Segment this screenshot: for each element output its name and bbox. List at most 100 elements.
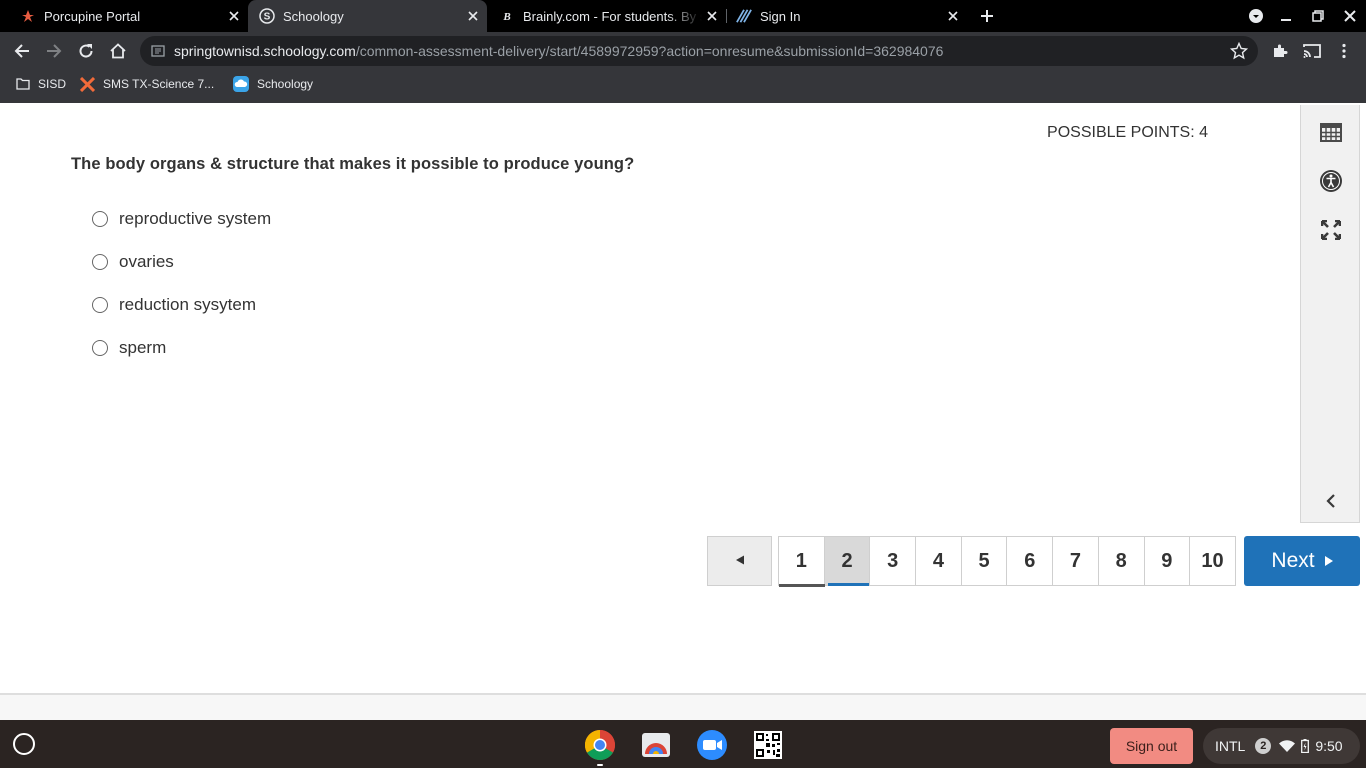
bookmark-sisd[interactable]: SISD [16, 70, 66, 98]
question-text: The body organs & structure that makes i… [71, 155, 635, 173]
tab-schoology[interactable]: S Schoology [248, 0, 487, 32]
status-tray[interactable]: INTL 2 9:50 [1203, 728, 1360, 764]
window-close-icon[interactable] [1338, 4, 1362, 28]
sign-out-button[interactable]: Sign out [1110, 728, 1193, 764]
tab-title: Schoology [283, 8, 344, 24]
cast-icon[interactable] [1300, 39, 1324, 63]
porcupine-portal-icon [20, 8, 36, 24]
sign-in-icon [736, 8, 752, 24]
bookmarks-bar: SISD SMS TX-Science 7... Schoology [0, 70, 1366, 98]
notification-badge: 2 [1255, 738, 1272, 754]
wifi-icon [1279, 740, 1296, 752]
folder-icon [16, 78, 30, 90]
next-button[interactable]: Next [1244, 536, 1360, 586]
radio-button[interactable] [92, 339, 108, 356]
tab-brainly[interactable]: B Brainly.com - For students. By student… [487, 0, 726, 32]
page-button[interactable]: 4 [916, 537, 962, 585]
schoology-icon: S [259, 8, 275, 24]
previous-question-button[interactable] [707, 536, 772, 586]
tab-title: Sign In [760, 8, 801, 24]
next-label: Next [1271, 549, 1315, 572]
x-logo-icon [80, 76, 95, 92]
close-icon[interactable] [224, 6, 244, 26]
new-tab-button[interactable] [975, 4, 999, 28]
address-bar[interactable]: springtownisd.schoology.com/common-asses… [140, 36, 1258, 66]
url-host: springtownisd.schoology.com [174, 43, 356, 59]
radio-button[interactable] [92, 210, 108, 227]
answered-indicator [779, 584, 825, 587]
bookmark-label: SMS TX-Science 7... [103, 77, 215, 91]
page-button-current[interactable]: 2 [824, 537, 871, 586]
answer-label[interactable]: reduction sysytem [119, 295, 256, 315]
footer-area [0, 695, 1366, 720]
tab-title: Porcupine Portal [44, 8, 141, 24]
close-icon[interactable] [943, 6, 963, 26]
triangle-right-icon [1324, 556, 1333, 566]
photos-icon[interactable] [640, 729, 672, 761]
bookmark-schoology[interactable]: Schoology [233, 70, 313, 98]
site-info-icon[interactable] [151, 44, 165, 63]
tab-search-button[interactable] [1244, 4, 1268, 28]
svg-text:S: S [264, 12, 271, 23]
close-icon[interactable] [463, 6, 483, 26]
running-app-indicator [597, 764, 603, 766]
answer-option[interactable]: ovaries [92, 240, 271, 283]
answer-label[interactable]: ovaries [119, 252, 174, 272]
page-button[interactable]: 6 [1007, 537, 1054, 585]
bookmark-star-icon[interactable] [1229, 41, 1249, 65]
triangle-left-icon [735, 552, 745, 570]
tab-sign-in[interactable]: Sign In [727, 0, 967, 32]
fullscreen-icon[interactable] [1317, 216, 1345, 244]
radio-button[interactable] [92, 253, 108, 270]
home-icon[interactable] [106, 39, 130, 63]
svg-text:B: B [502, 11, 510, 22]
accessibility-icon[interactable] [1317, 167, 1345, 195]
chrome-icon[interactable] [584, 729, 616, 761]
back-icon[interactable] [10, 39, 34, 63]
forward-icon[interactable] [42, 39, 66, 63]
close-icon[interactable] [702, 6, 722, 26]
radio-button[interactable] [92, 296, 108, 313]
extensions-icon[interactable] [1268, 39, 1292, 63]
page-button[interactable]: 7 [1053, 537, 1099, 585]
launcher-icon[interactable] [13, 733, 35, 755]
bookmark-label: Schoology [257, 77, 314, 91]
menu-icon[interactable] [1332, 39, 1356, 63]
tab-porcupine-portal[interactable]: Porcupine Portal [0, 0, 248, 32]
minimize-icon[interactable] [1274, 4, 1298, 28]
page-button[interactable]: 3 [870, 537, 917, 585]
collapse-left-icon[interactable] [1317, 487, 1345, 515]
zoom-icon[interactable] [696, 729, 728, 761]
answer-options: reproductive system ovaries reduction sy… [92, 197, 271, 369]
page-button[interactable]: 8 [1098, 537, 1145, 585]
qr-code-icon[interactable] [752, 729, 784, 761]
page-button[interactable]: 10 [1190, 537, 1236, 585]
url-path: /common-assessment-delivery/start/458997… [355, 43, 944, 59]
page-button[interactable]: 1 [779, 537, 825, 585]
tab-title: Brainly.com - For students. By students. [523, 8, 702, 24]
bookmark-label: SISD [38, 77, 67, 91]
calendar-icon[interactable] [1317, 118, 1345, 146]
os-shelf: Sign out INTL 2 9:50 [0, 720, 1366, 768]
clock: 9:50 [1315, 738, 1343, 754]
answer-option[interactable]: sperm [92, 326, 271, 369]
browser-tab-strip: Porcupine Portal S Schoology B Brainly.c… [0, 0, 1366, 32]
answer-label[interactable]: reproductive system [119, 209, 271, 229]
bookmark-sms-science[interactable]: SMS TX-Science 7... [80, 70, 214, 98]
brainly-icon: B [499, 8, 515, 24]
assessment-page: POSSIBLE POINTS: 4 The body organs & str… [0, 103, 1366, 720]
answer-label[interactable]: sperm [119, 338, 166, 358]
tools-side-panel [1300, 105, 1360, 523]
question-pager: 1 2 3 4 5 6 7 8 9 10 [778, 536, 1236, 586]
answer-option[interactable]: reduction sysytem [92, 283, 271, 326]
page-button[interactable]: 9 [1144, 537, 1191, 585]
browser-toolbar: springtownisd.schoology.com/common-asses… [0, 32, 1366, 70]
restore-icon[interactable] [1306, 4, 1330, 28]
possible-points: POSSIBLE POINTS: 4 [1047, 124, 1208, 141]
input-method: INTL [1215, 738, 1246, 754]
page-button[interactable]: 5 [961, 537, 1008, 585]
answer-option[interactable]: reproductive system [92, 197, 271, 240]
url-text: springtownisd.schoology.com/common-asses… [174, 36, 943, 66]
schoology-cloud-icon [233, 76, 249, 92]
reload-icon[interactable] [74, 39, 98, 63]
